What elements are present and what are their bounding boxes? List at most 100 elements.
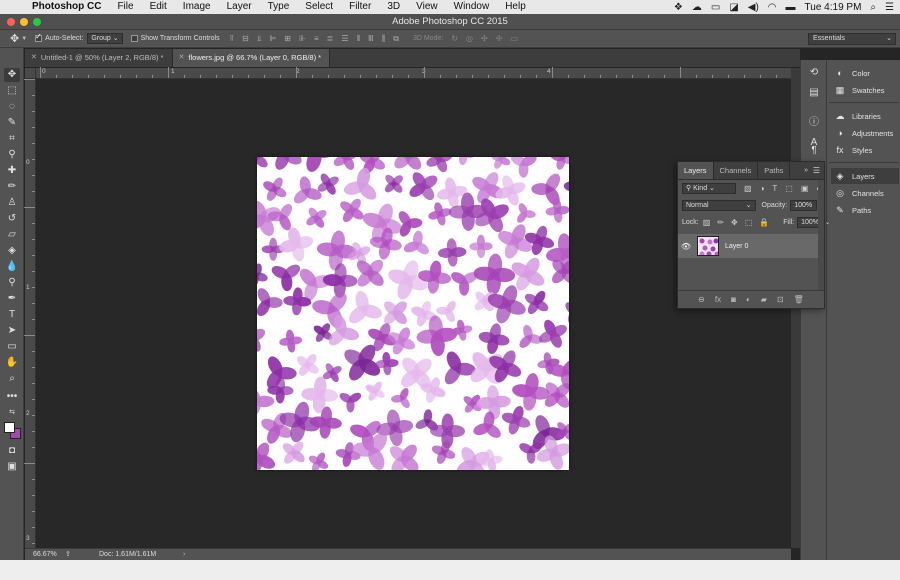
tab-layers[interactable]: Layers [678, 162, 714, 179]
clone-stamp-tool-icon[interactable]: ♙ [4, 196, 20, 210]
layer-filter-dropdown[interactable]: ⚲ Kind ⌄ [682, 183, 736, 194]
menu-help[interactable]: Help [497, 0, 534, 14]
align-left-icon[interactable]: ⊫ [269, 34, 276, 44]
path-selection-tool-icon[interactable]: ➤ [4, 324, 20, 338]
share-icon[interactable]: ⇪ [65, 549, 71, 560]
paragraph-panel-icon[interactable]: ¶ [807, 144, 821, 158]
distribute-vcenter-icon[interactable]: ≣ [327, 34, 334, 44]
menu-view[interactable]: View [408, 0, 446, 14]
dock-item-swatches[interactable]: ▦ Swatches [831, 82, 899, 98]
pen-tool-icon[interactable]: ✒ [4, 292, 20, 306]
dock-item-layers[interactable]: ◈ Layers [831, 168, 899, 184]
opacity-field[interactable]: 100% [790, 200, 817, 211]
filter-type-icon[interactable]: T [772, 184, 777, 193]
blur-tool-icon[interactable]: 💧 [4, 260, 20, 274]
horizontal-ruler[interactable]: 01234 [36, 67, 791, 79]
new-adjustment-icon[interactable]: ◐ [746, 295, 751, 304]
chevron-right-icon[interactable]: › [183, 549, 185, 560]
menu-edit[interactable]: Edit [142, 0, 175, 14]
swap-colors-icon[interactable]: ⇆ [4, 406, 20, 420]
type-tool-icon[interactable]: T [4, 308, 20, 322]
volume-icon[interactable]: ◀) [748, 2, 759, 13]
panel-menu-icon[interactable]: ☰ [813, 162, 820, 180]
3d-roll-icon[interactable]: ◎ [466, 34, 473, 43]
distribute-top-icon[interactable]: ≡ [314, 34, 319, 44]
dock-item-libraries[interactable]: ☁ Libraries [831, 108, 899, 124]
layer-name[interactable]: Layer 0 [725, 243, 748, 250]
blend-mode-dropdown[interactable]: Normal ⌄ [682, 200, 756, 211]
filter-pixel-icon[interactable]: ▧ [744, 184, 752, 193]
3d-scale-icon[interactable]: ▭ [510, 34, 518, 43]
workspace-dropdown[interactable]: Essentials ⌄ [808, 33, 896, 45]
dock-item-adjustments[interactable]: ◑ Adjustments [831, 125, 899, 141]
align-hcenter-icon[interactable]: ⊞ [284, 34, 291, 44]
brush-tool-icon[interactable]: ✏ [4, 180, 20, 194]
move-tool-icon[interactable]: ✥ [4, 68, 20, 82]
paint-bucket-tool-icon[interactable]: ◈ [4, 244, 20, 258]
lasso-tool-icon[interactable]: ◌ [4, 100, 20, 114]
auto-align-icon[interactable]: ⧉ [393, 34, 399, 44]
lock-all-icon[interactable]: 🔒 [759, 218, 769, 227]
dock-item-channels[interactable]: ◎ Channels [831, 185, 899, 201]
align-bottom-icon[interactable]: ⫫ [257, 34, 262, 44]
collapse-panel-icon[interactable]: » [804, 162, 808, 180]
cast-icon[interactable]: ▭ [711, 2, 720, 13]
marquee-tool-icon[interactable]: ⬚ [4, 84, 20, 98]
auto-select-checkbox[interactable] [35, 32, 43, 42]
foreground-color-swatch[interactable] [4, 422, 15, 433]
menubar-clock[interactable]: Tue 4:19 PM [805, 2, 862, 13]
distribute-left-icon[interactable]: ⦀ [357, 34, 361, 44]
zoom-level[interactable]: 66.67% [33, 549, 57, 560]
screen-mode-icon[interactable]: ▣ [4, 460, 20, 474]
quick-mask-icon[interactable]: ◘ [4, 444, 20, 458]
layer-style-icon[interactable]: fx [715, 295, 721, 304]
rectangle-tool-icon[interactable]: ▭ [4, 340, 20, 354]
document-image-flowers[interactable] [257, 157, 569, 470]
quick-select-tool-icon[interactable]: ✎ [4, 116, 20, 130]
new-group-icon[interactable]: ▰ [761, 295, 767, 304]
minimize-window-button[interactable] [20, 18, 28, 26]
eye-icon[interactable]: 👁 [678, 242, 694, 251]
menu-file[interactable]: File [109, 0, 141, 14]
lock-transparency-icon[interactable]: ▨ [703, 218, 711, 227]
history-brush-tool-icon[interactable]: ↺ [4, 212, 20, 226]
menu-type[interactable]: Type [260, 0, 298, 14]
move-tool-preset-icon[interactable]: ✥ [10, 32, 19, 45]
dodge-tool-icon[interactable]: ⚲ [4, 276, 20, 290]
align-top-icon[interactable]: ⫪ [230, 34, 235, 44]
info-panel-icon[interactable]: ⓘ [807, 116, 821, 130]
filter-adjustment-icon[interactable]: ◑ [760, 184, 765, 193]
new-layer-icon[interactable]: ⊡ [777, 295, 784, 304]
filter-smart-object-icon[interactable]: ▣ [801, 184, 809, 193]
ruler-origin[interactable] [25, 68, 36, 79]
dock-item-color[interactable]: ◐ Color [831, 65, 899, 81]
link-layers-icon[interactable]: ⊖ [698, 295, 705, 304]
tab-paths[interactable]: Paths [758, 162, 791, 179]
tab-channels[interactable]: Channels [714, 162, 759, 179]
crop-tool-icon[interactable]: ⌗ [4, 132, 20, 146]
zoom-window-button[interactable] [33, 18, 41, 26]
menu-filter[interactable]: Filter [341, 0, 379, 14]
lock-pixels-icon[interactable]: ✏ [717, 218, 724, 227]
delete-layer-icon[interactable]: 🗑 [794, 295, 804, 304]
close-tab-icon[interactable]: ✕ [179, 49, 185, 67]
vertical-ruler[interactable]: 0 1 2 3 [24, 79, 36, 548]
layers-scrollbar[interactable] [818, 180, 824, 290]
distribute-hcenter-icon[interactable]: Ⅲ [368, 34, 374, 44]
menu-layer[interactable]: Layer [219, 0, 260, 14]
close-window-button[interactable] [7, 18, 15, 26]
auto-select-dropdown[interactable]: Group ⌄ [87, 33, 123, 44]
menu-window[interactable]: Window [446, 0, 498, 14]
history-panel-icon[interactable]: ⟲ [807, 66, 821, 80]
align-vcenter-icon[interactable]: ⊟ [242, 34, 249, 44]
more-tools-icon[interactable]: ••• [4, 390, 20, 404]
creative-cloud-icon[interactable]: ☁ [692, 2, 702, 13]
eyedropper-tool-icon[interactable]: ⚲ [4, 148, 20, 162]
close-tab-icon[interactable]: ✕ [31, 49, 37, 67]
wifi-icon[interactable]: ◠ [768, 2, 777, 13]
3d-slide-icon[interactable]: ✢ [496, 34, 503, 43]
distribute-right-icon[interactable]: ⫼ [382, 34, 386, 44]
lock-position-icon[interactable]: ✥ [731, 218, 738, 227]
dropbox-icon[interactable]: ❖ [674, 2, 683, 13]
tab-flowers[interactable]: ✕ flowers.jpg @ 66.7% (Layer 0, RGB/8) * [172, 49, 331, 67]
